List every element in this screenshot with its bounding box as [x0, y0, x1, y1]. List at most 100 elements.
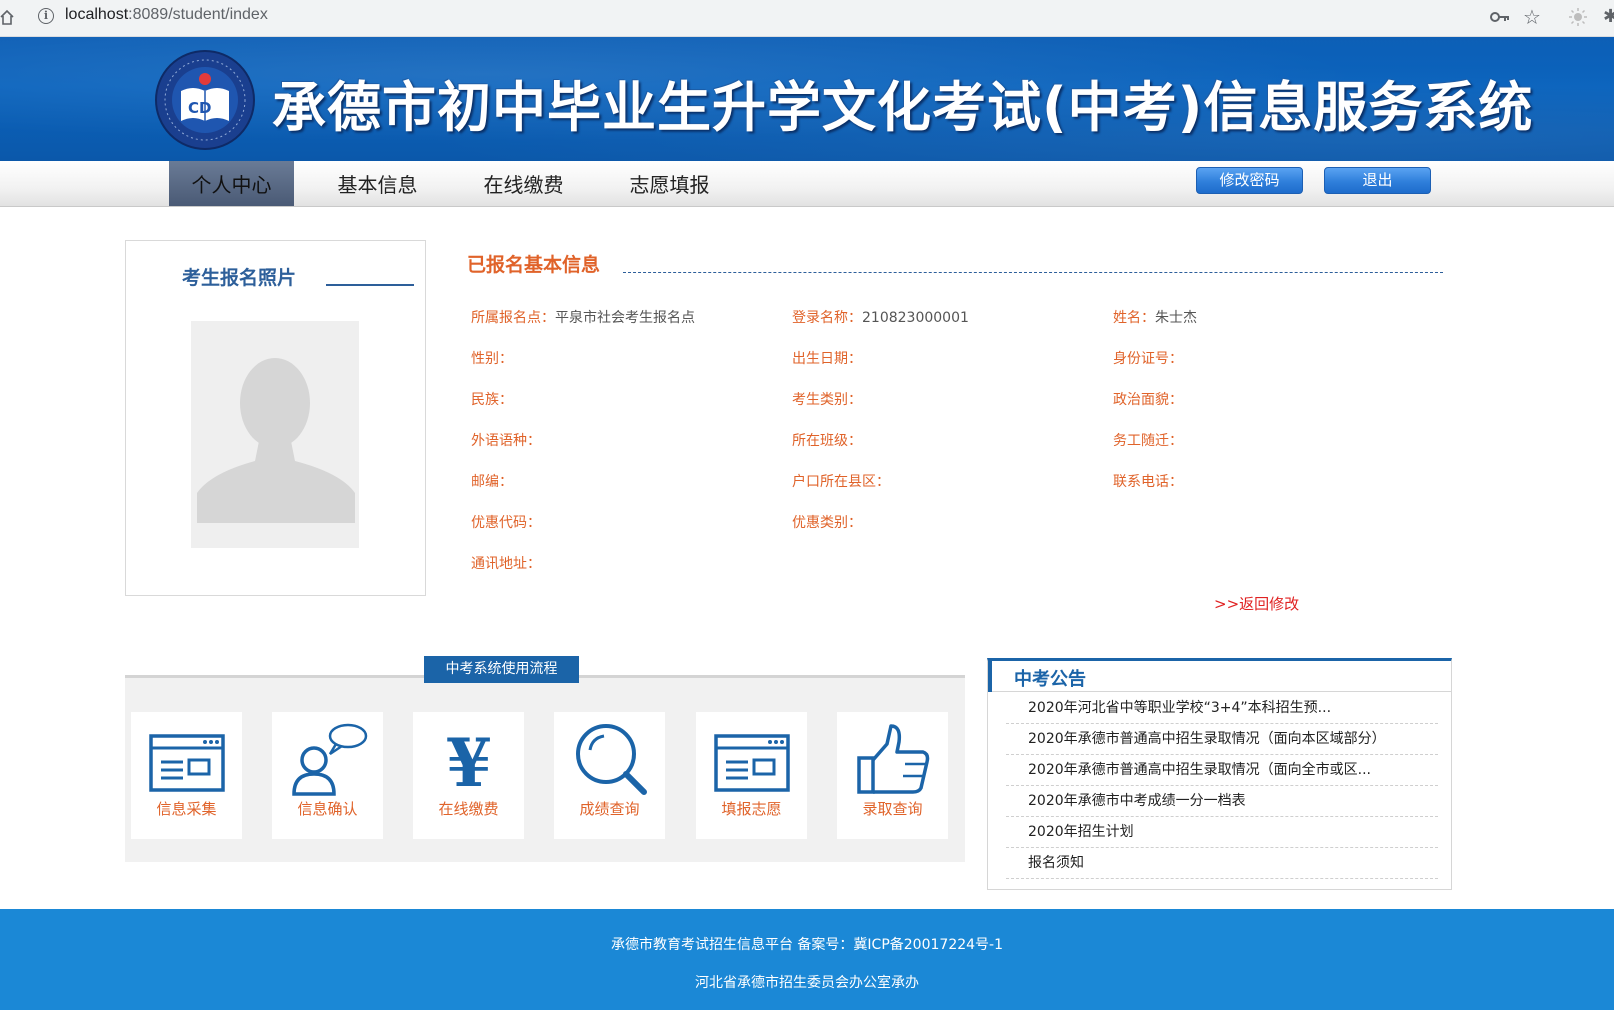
browser-window-icon [714, 734, 790, 792]
step-admission-query[interactable]: 录取查询 [837, 712, 948, 839]
field-label: 性别： [471, 351, 513, 367]
bookmark-star-icon[interactable]: ☆ [1523, 6, 1541, 28]
url-text[interactable]: localhost:8089/student/index [65, 6, 268, 24]
step-label: 填报志愿 [721, 800, 782, 818]
footer-icp-line: 承德市教育考试招生信息平台 备案号：冀ICP备20017224号-1 [610, 937, 1003, 953]
field-label: 外语语种： [471, 433, 541, 449]
field-political-status: 政治面貌： [1113, 389, 1183, 409]
browser-toolbar: i localhost:8089/student/index ☆ ✱ [0, 0, 1614, 37]
extension-sun-icon[interactable] [1568, 7, 1588, 27]
nav-item-basic-info[interactable]: 基本信息 [315, 161, 440, 206]
step-score-query[interactable]: 成绩查询 [554, 712, 665, 839]
field-gender: 性别： [471, 348, 513, 368]
announcement-panel: 中考公告 2020年河北省中等职业学校“3+4”本科招生预... 2020年承德… [987, 658, 1452, 890]
url-path: :8089/student/index [128, 6, 268, 23]
site-info-icon[interactable]: i [38, 8, 54, 24]
photo-title-underline [326, 284, 414, 286]
field-label: 姓名： [1113, 310, 1155, 326]
field-foreign-language: 外语语种： [471, 430, 541, 450]
site-footer: 承德市教育考试招生信息平台 备案号：冀ICP备20017224号-1 河北省承德… [0, 909, 1614, 1010]
field-label: 政治面貌： [1113, 392, 1183, 408]
field-label: 务工随迁： [1113, 433, 1183, 449]
field-label: 优惠类别： [792, 515, 862, 531]
field-label: 考生类别： [792, 392, 862, 408]
field-label: 登录名称： [792, 310, 862, 326]
announcement-item[interactable]: 2020年河北省中等职业学校“3+4”本科招生预... [1006, 693, 1438, 724]
field-label: 优惠代码： [471, 515, 541, 531]
field-migrant-worker: 务工随迁： [1113, 430, 1183, 450]
field-label: 身份证号： [1113, 351, 1183, 367]
field-label: 邮编： [471, 474, 513, 490]
field-phone: 联系电话： [1113, 471, 1183, 491]
site-banner: CD 承德市初中毕业生升学文化考试(中考)信息服务系统 [0, 37, 1614, 161]
puzzle-extension-icon[interactable]: ✱ [1603, 6, 1614, 27]
main-nav: 个人中心 基本信息 在线缴费 志愿填报 修改密码 退出 [0, 161, 1614, 207]
field-household-county: 户口所在县区： [792, 471, 890, 491]
process-title: 中考系统使用流程 [424, 656, 579, 683]
site-logo-icon: CD [155, 50, 255, 150]
announcement-item[interactable]: 2020年招生计划 [1006, 817, 1438, 848]
announcement-title: 中考公告 [1014, 669, 1086, 690]
svg-text:¥: ¥ [446, 724, 492, 800]
footer-organizer-line: 河北省承德市招生委员会办公室承办 [695, 975, 919, 991]
info-section-title: 已报名基本信息 [467, 254, 601, 276]
field-label: 通讯地址： [471, 556, 541, 572]
nav-item-personal-center[interactable]: 个人中心 [169, 161, 294, 206]
field-candidate-type: 考生类别： [792, 389, 862, 409]
announcement-item[interactable]: 报名须知 [1006, 848, 1438, 879]
field-value: 210823000001 [862, 310, 969, 326]
change-password-button[interactable]: 修改密码 [1196, 167, 1303, 194]
field-login-name: 登录名称：210823000001 [792, 307, 969, 327]
candidate-photo [191, 321, 359, 548]
field-label: 民族： [471, 392, 513, 408]
url-host: localhost [65, 6, 129, 23]
field-label: 所属报名点： [471, 310, 555, 326]
field-label: 联系电话： [1113, 474, 1183, 490]
field-discount-type: 优惠类别： [792, 512, 862, 532]
back-to-edit-link[interactable]: >>返回修改 [1214, 593, 1299, 614]
step-fill-application[interactable]: 填报志愿 [696, 712, 807, 839]
announcement-item[interactable]: 2020年承德市普通高中招生录取情况（面向全市或区... [1006, 755, 1438, 786]
field-ethnicity: 民族： [471, 389, 513, 409]
photo-title: 考生报名照片 [182, 267, 297, 289]
key-icon[interactable] [1490, 10, 1510, 24]
magnifier-icon [576, 724, 647, 795]
field-label: 所在班级： [792, 433, 862, 449]
logo-letters: CD [188, 99, 211, 117]
field-discount-code: 优惠代码： [471, 512, 541, 532]
field-id-number: 身份证号： [1113, 348, 1183, 368]
announcement-header: 中考公告 [988, 661, 1451, 692]
step-online-payment[interactable]: ¥ 在线缴费 [413, 712, 524, 839]
step-label: 成绩查询 [579, 800, 640, 818]
step-info-confirm[interactable]: 信息确认 [272, 712, 383, 839]
field-birth-date: 出生日期： [792, 348, 862, 368]
step-label: 录取查询 [862, 800, 923, 818]
announcement-item[interactable]: 2020年承德市普通高中招生录取情况（面向本区域部分） [1006, 724, 1438, 755]
nav-item-online-payment[interactable]: 在线缴费 [461, 161, 586, 206]
field-label: 户口所在县区： [792, 474, 890, 490]
yen-icon: ¥ [446, 724, 492, 800]
step-info-collection[interactable]: 信息采集 [131, 712, 242, 839]
field-class: 所在班级： [792, 430, 862, 450]
site-title: 承德市初中毕业生升学文化考试(中考)信息服务系统 [272, 76, 1534, 139]
thumbs-up-icon [857, 724, 930, 794]
announcement-item[interactable]: 2020年承德市中考成绩一分一档表 [1006, 786, 1438, 817]
step-label: 在线缴费 [438, 800, 499, 818]
field-label: 出生日期： [792, 351, 862, 367]
field-name: 姓名：朱士杰 [1113, 307, 1197, 327]
home-icon[interactable] [0, 9, 14, 25]
photo-panel: 考生报名照片 [125, 240, 426, 596]
field-postcode: 邮编： [471, 471, 513, 491]
field-value: 朱士杰 [1155, 310, 1197, 326]
user-chat-icon [292, 723, 368, 796]
browser-window-icon [149, 734, 225, 792]
logout-button[interactable]: 退出 [1324, 167, 1431, 194]
info-title-divider [623, 272, 1443, 273]
avatar-placeholder-icon [197, 358, 355, 523]
field-registration-site: 所属报名点：平泉市社会考生报名点 [471, 307, 695, 327]
step-label: 信息确认 [297, 800, 358, 818]
field-value: 平泉市社会考生报名点 [555, 310, 695, 326]
field-mailing-address: 通讯地址： [471, 553, 541, 573]
nav-item-application[interactable]: 志愿填报 [607, 161, 732, 206]
step-label: 信息采集 [156, 800, 217, 818]
